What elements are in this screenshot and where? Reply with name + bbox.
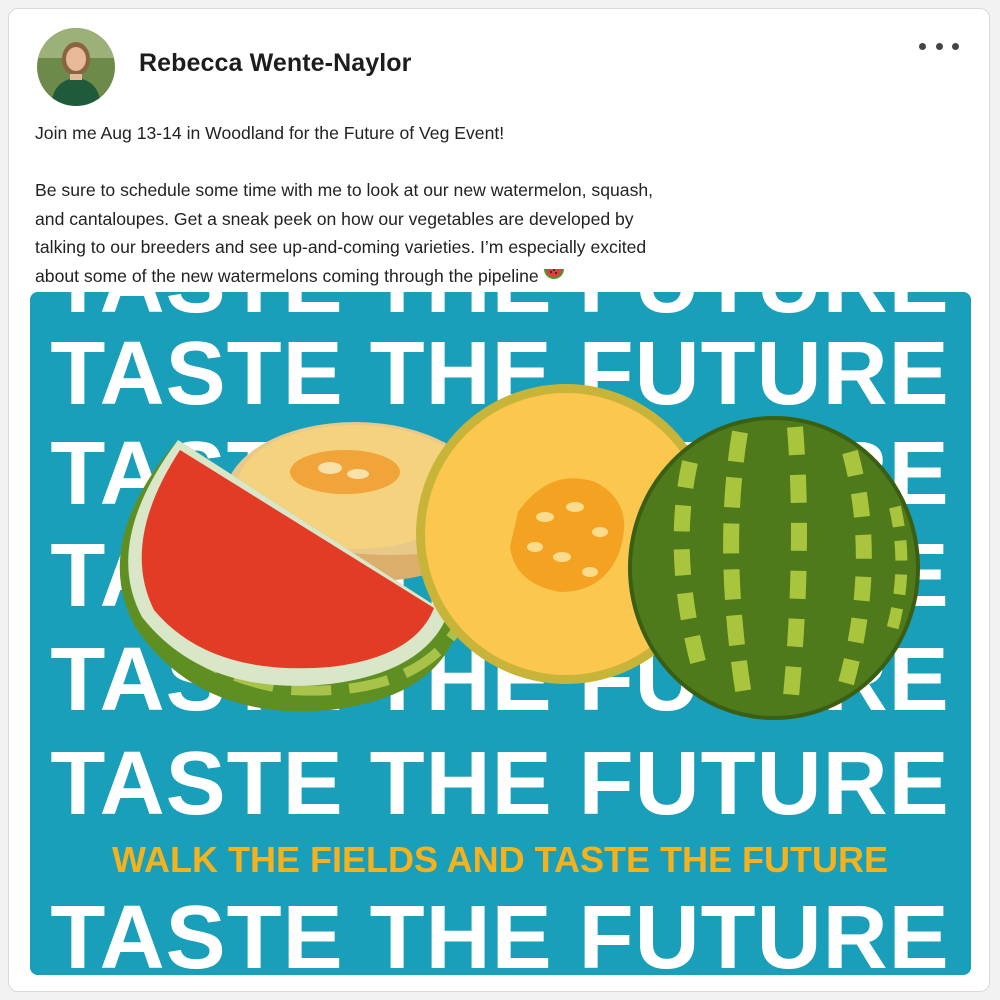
post-text-line: talking to our breeders and see up-and-c…	[35, 237, 647, 257]
more-options-button[interactable]	[915, 31, 963, 61]
post-text-line: about some of the new watermelons coming…	[35, 265, 539, 286]
whole-watermelon-illustration	[628, 416, 920, 720]
post-text-line: and cantaloupes. Get a sneak peek on how…	[35, 208, 634, 229]
post-body: Join me Aug 13-14 in Woodland for the Fu…	[35, 119, 795, 293]
banner-repeat-text: TASTE THE FUTURE	[50, 888, 949, 975]
avatar[interactable]	[37, 28, 115, 106]
watermelon-emoji-icon	[542, 265, 566, 294]
more-options-icon	[919, 42, 926, 50]
more-options-icon	[952, 42, 959, 50]
author-name[interactable]: Rebecca Wente-Naylor	[139, 49, 411, 78]
post-image[interactable]: TASTE THE FUTURE TASTE THE FUTURE TASTE …	[30, 292, 971, 975]
post-card: Rebecca Wente-Naylor Join me Aug 13-14 i…	[8, 8, 990, 992]
banner-repeat-text: TASTE THE FUTURE	[50, 734, 949, 834]
post-text-line-with-emoji: about some of the new watermelons coming…	[35, 262, 795, 294]
banner-tagline: WALK THE FIELDS AND TASTE THE FUTURE	[112, 839, 888, 880]
more-options-icon	[935, 42, 943, 50]
post-text-line: Be sure to schedule some time with me to…	[35, 180, 654, 200]
post-text-line: Join me Aug 13-14 in Woodland for the Fu…	[35, 123, 505, 143]
